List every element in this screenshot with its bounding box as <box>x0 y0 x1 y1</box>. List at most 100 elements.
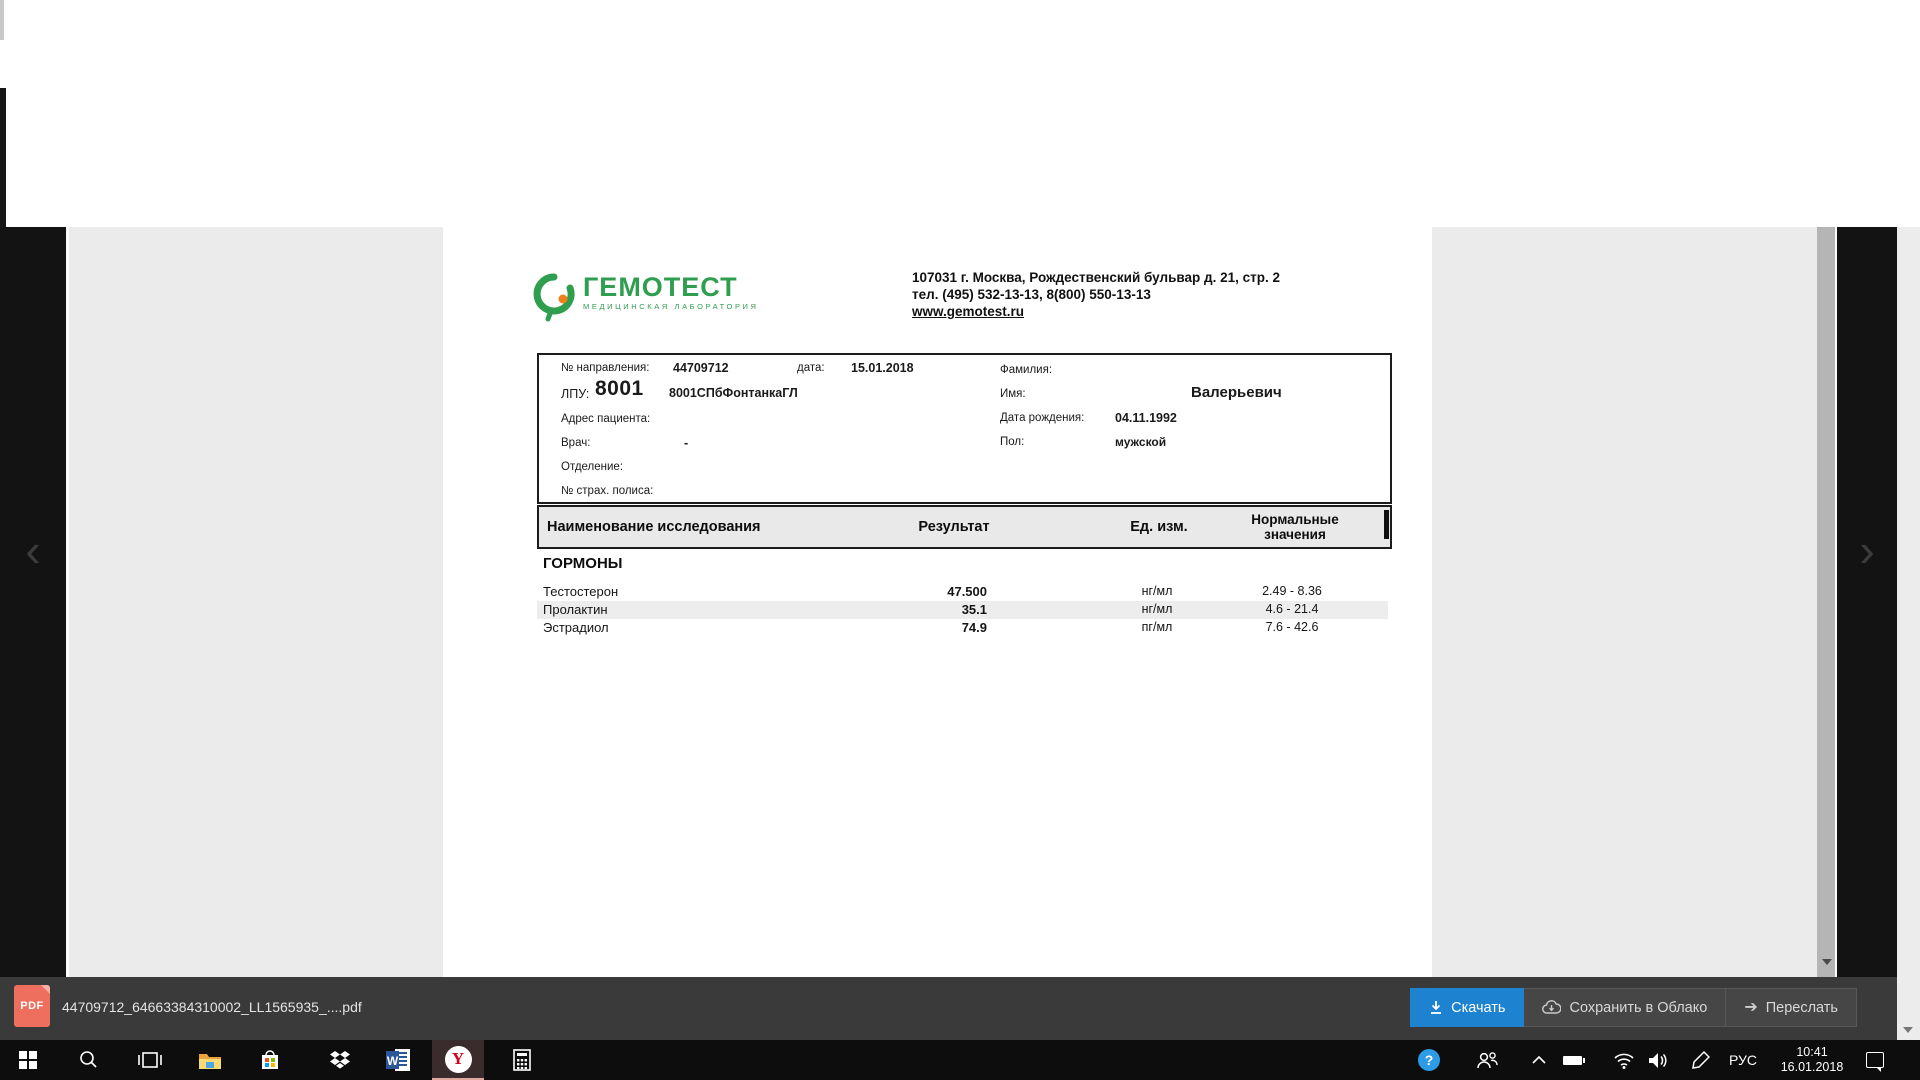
header-normal-range: Нормальные значения <box>1225 507 1365 547</box>
windows-ink-tray-button[interactable] <box>1686 1040 1716 1080</box>
lab-website-link[interactable]: www.gemotest.ru <box>912 304 1024 319</box>
task-view-icon <box>138 1052 162 1068</box>
pdf-toolbar: PDF 44709712_64663384310002_LL1565935_..… <box>0 977 1897 1040</box>
left-edge-sliver <box>0 0 4 40</box>
help-icon: ? <box>1417 1048 1441 1072</box>
doctor-value: - <box>684 436 688 450</box>
svg-text:?: ? <box>1425 1052 1434 1068</box>
patient-info-box: № направления: 44709712 дата: 15.01.2018… <box>537 353 1392 504</box>
pdf-file-icon: PDF <box>14 985 50 1027</box>
scrollbar-down-icon[interactable] <box>1903 1027 1913 1033</box>
search-icon <box>78 1050 98 1070</box>
wifi-tray-button[interactable] <box>1608 1040 1640 1080</box>
volume-icon <box>1648 1052 1668 1069</box>
results-table-header: Наименование исследования Результат Ед. … <box>537 505 1392 549</box>
name-value: Валерьевич <box>1191 384 1282 401</box>
date-value: 15.01.2018 <box>851 361 914 375</box>
left-edge-strip <box>0 88 6 227</box>
dropbox-icon <box>329 1050 351 1070</box>
yandex-browser-icon: Y <box>445 1046 472 1073</box>
people-icon <box>1476 1051 1498 1069</box>
test-range: 4.6 - 21.4 <box>1217 602 1367 616</box>
battery-icon <box>1563 1056 1582 1065</box>
file-explorer-button[interactable] <box>190 1040 230 1080</box>
start-button[interactable] <box>8 1040 48 1080</box>
scroll-down-icon[interactable] <box>1822 959 1832 965</box>
language-indicator[interactable]: РУС <box>1724 1040 1762 1080</box>
header-test-name: Наименование исследования <box>547 507 761 547</box>
calculator-icon <box>513 1049 531 1071</box>
download-label: Скачать <box>1451 1000 1505 1016</box>
store-icon <box>260 1050 280 1071</box>
show-hidden-icons-button[interactable] <box>1524 1040 1554 1080</box>
action-center-button[interactable] <box>1858 1040 1892 1080</box>
foreground-blank-window <box>0 0 1920 228</box>
gemotest-logo: ГЕМОТЕСТ МЕДИЦИНСКАЯ ЛАБОРАТОРИЯ <box>531 273 759 323</box>
lab-contact-block: 107031 г. Москва, Рождественский бульвар… <box>912 269 1280 320</box>
clock-date: 16.01.2018 <box>1781 1060 1844 1075</box>
chevron-left-icon[interactable]: ‹ <box>0 527 66 573</box>
pdf-viewer-area: ‹ ГЕМОТЕСТ МЕДИЦИНСКАЯ ЛАБОРАТОРИЯ 10703… <box>0 227 1920 977</box>
calculator-button[interactable] <box>502 1040 542 1080</box>
header-unit: Ед. изм. <box>1099 507 1219 547</box>
test-unit: нг/мл <box>1097 584 1217 598</box>
brand-subtitle: МЕДИЦИНСКАЯ ЛАБОРАТОРИЯ <box>583 302 759 311</box>
test-name: Тестостерон <box>543 584 618 599</box>
doctor-label: Врач: <box>561 437 590 449</box>
screen: ‹ ГЕМОТЕСТ МЕДИЦИНСКАЯ ЛАБОРАТОРИЯ 10703… <box>0 0 1920 1080</box>
birth-value: 04.11.1992 <box>1115 411 1177 425</box>
pen-icon <box>1692 1051 1710 1069</box>
people-tray-button[interactable] <box>1470 1040 1504 1080</box>
download-button[interactable]: Скачать <box>1410 988 1524 1027</box>
battery-tray-button[interactable] <box>1556 1040 1588 1080</box>
volume-tray-button[interactable] <box>1642 1040 1674 1080</box>
lab-address: 107031 г. Москва, Рождественский бульвар… <box>912 269 1280 286</box>
help-tray-button[interactable]: ? <box>1412 1040 1446 1080</box>
test-unit: нг/мл <box>1097 602 1217 616</box>
lpu-label: ЛПУ: <box>561 387 589 401</box>
pdf-scrollbar[interactable] <box>1817 227 1835 977</box>
wifi-icon <box>1613 1052 1635 1069</box>
table-row: Эстрадиол 74.9 пг/мл 7.6 - 42.6 <box>537 619 1388 637</box>
section-hormones: ГОРМОНЫ <box>543 555 622 572</box>
yandex-browser-button[interactable]: Y <box>432 1040 484 1080</box>
dropbox-button[interactable] <box>320 1040 360 1080</box>
windows-logo-icon <box>19 1051 37 1069</box>
browser-scrollbar[interactable] <box>1897 227 1920 1040</box>
clock-tray-button[interactable]: 10:41 16.01.2018 <box>1772 1040 1852 1080</box>
save-to-cloud-button[interactable]: Сохранить в Облако <box>1524 988 1726 1027</box>
document-page: ГЕМОТЕСТ МЕДИЦИНСКАЯ ЛАБОРАТОРИЯ 107031 … <box>443 227 1432 977</box>
name-label: Имя: <box>1000 388 1026 400</box>
surname-label: Фамилия: <box>1000 364 1052 376</box>
direction-label: № направления: <box>561 362 649 374</box>
previous-page-strip[interactable]: ‹ <box>0 227 66 977</box>
page-fold <box>41 985 50 994</box>
brand-name: ГЕМОТЕСТ <box>583 273 759 301</box>
chevron-right-icon[interactable]: › <box>1837 527 1897 573</box>
save-cloud-label: Сохранить в Облако <box>1569 1000 1707 1016</box>
forward-label: Переслать <box>1766 1000 1838 1016</box>
test-range: 2.49 - 8.36 <box>1217 584 1367 598</box>
direction-value: 44709712 <box>673 361 729 375</box>
lab-phone: тел. (495) 532-13-13, 8(800) 550-13-13 <box>912 286 1280 303</box>
search-button[interactable] <box>68 1040 108 1080</box>
pdf-filename: 44709712_64663384310002_LL1565935_....pd… <box>62 999 362 1015</box>
date-label: дата: <box>797 362 825 374</box>
gemotest-logo-icon <box>531 273 577 323</box>
forward-button[interactable]: ➔ Переслать <box>1726 988 1857 1027</box>
patient-address-label: Адрес пациента: <box>561 413 650 425</box>
next-page-strip[interactable]: › <box>1837 227 1897 977</box>
word-icon: W <box>386 1049 410 1071</box>
svg-text:W: W <box>387 1054 399 1068</box>
test-name: Эстрадиол <box>543 620 609 635</box>
folder-icon <box>198 1051 222 1070</box>
word-button[interactable]: W <box>378 1040 418 1080</box>
pdf-action-buttons: Скачать Сохранить в Облако ➔ Переслать <box>1410 988 1857 1027</box>
microsoft-store-button[interactable] <box>250 1040 290 1080</box>
task-view-button[interactable] <box>130 1040 170 1080</box>
test-name: Пролактин <box>543 602 608 617</box>
download-icon <box>1429 1000 1443 1015</box>
sex-label: Пол: <box>1000 436 1024 448</box>
test-result: 74.9 <box>867 620 987 635</box>
lpu-code: 8001 <box>595 377 644 401</box>
